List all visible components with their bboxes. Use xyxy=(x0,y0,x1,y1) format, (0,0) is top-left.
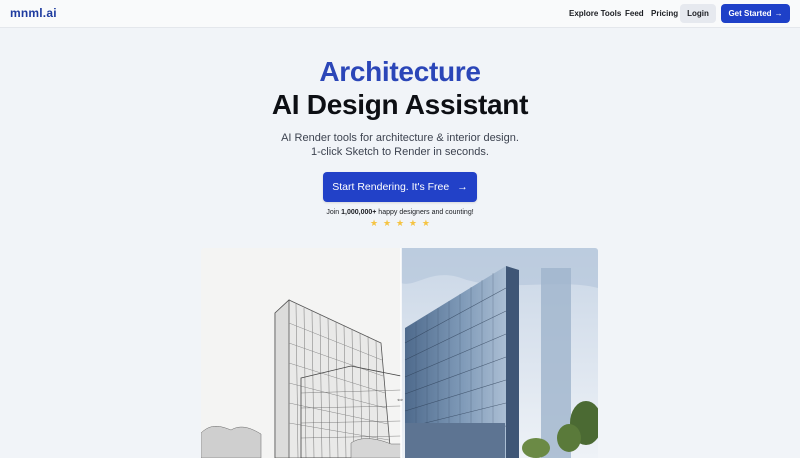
star-icon: ★ xyxy=(370,218,379,228)
drag-handle-icon: ⇔ xyxy=(395,394,405,404)
star-icon: ★ xyxy=(421,218,430,228)
rating-stars: ★ ★ ★ ★ ★ xyxy=(370,218,430,228)
hero-title-accent: Architecture xyxy=(319,56,481,87)
star-icon: ★ xyxy=(408,218,417,228)
render-half xyxy=(401,248,598,458)
nav-link-feed[interactable]: Feed xyxy=(625,9,644,18)
login-label: Login xyxy=(687,9,709,18)
join-prefix: Join xyxy=(326,209,342,216)
arrow-right-icon: → xyxy=(774,9,783,18)
comparison-slider-handle[interactable]: ⇔ xyxy=(393,392,407,406)
join-suffix: happy designers and counting! xyxy=(376,209,474,216)
hero-title: AI Design Assistant xyxy=(271,89,529,120)
get-started-button[interactable]: Get Started → xyxy=(721,4,790,23)
sketch-render-comparison[interactable] xyxy=(201,248,598,458)
get-started-label: Get Started xyxy=(728,9,772,18)
social-proof-text: Join 1,000,000+ happy designers and coun… xyxy=(0,209,800,216)
user-count: 1,000,000+ xyxy=(341,209,377,216)
sketch-half xyxy=(201,248,402,458)
login-button[interactable]: Login xyxy=(680,4,716,23)
star-icon: ★ xyxy=(382,218,392,228)
arrow-right-icon: → xyxy=(457,181,468,193)
nav-link-explore-tools[interactable]: Explore Tools xyxy=(569,9,621,18)
top-nav: mnml.ai Explore Tools Feed Pricing Login… xyxy=(0,0,800,28)
hero-subtitle-line-2: 1-click Sketch to Render in seconds. xyxy=(311,146,489,158)
logo[interactable]: mnml.ai xyxy=(10,6,57,20)
nav-link-pricing[interactable]: Pricing xyxy=(651,9,678,18)
hero-subtitle-line-1: AI Render tools for architecture & inter… xyxy=(281,132,519,144)
start-rendering-button[interactable]: Start Rendering. It's Free → xyxy=(323,172,477,202)
hero-subtitle: AI Render tools for architecture & inter… xyxy=(0,131,800,159)
star-icon: ★ xyxy=(395,218,405,228)
start-rendering-label: Start Rendering. It's Free xyxy=(332,181,450,193)
